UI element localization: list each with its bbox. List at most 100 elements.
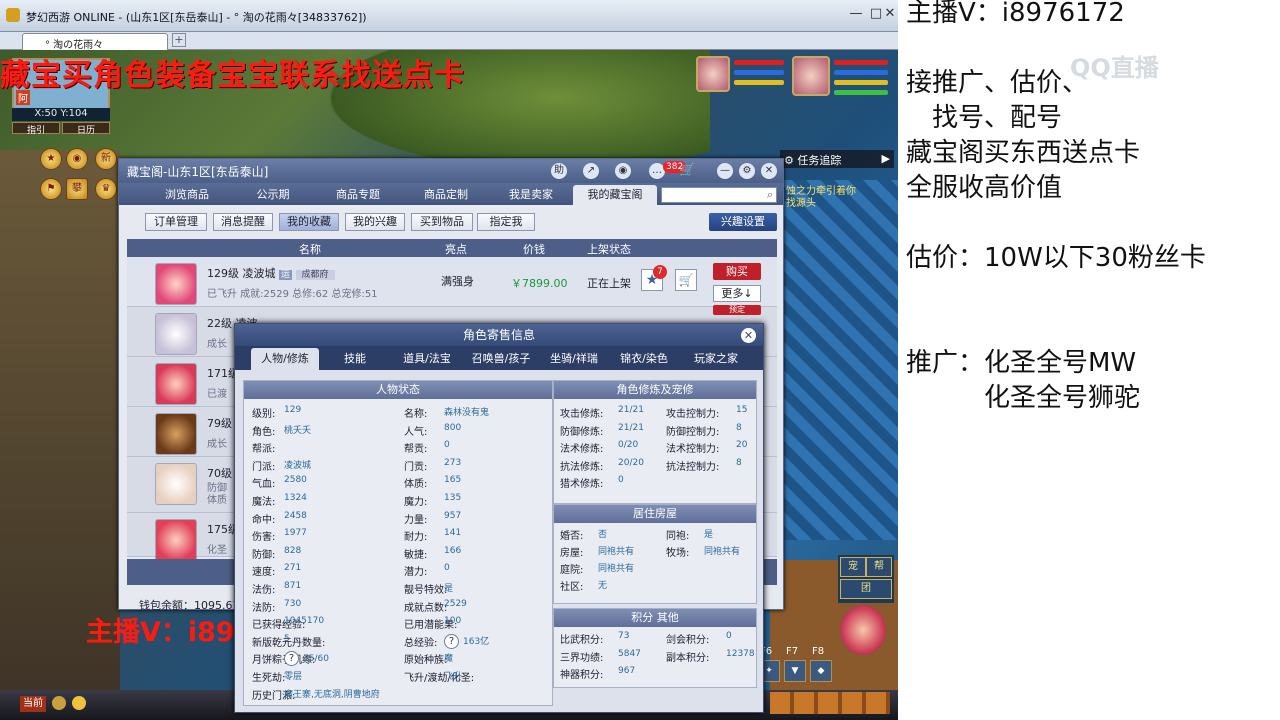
app-icon: [6, 8, 20, 22]
field-value: 957: [444, 510, 462, 521]
reserve-button[interactable]: 预定: [713, 305, 761, 315]
fkey-f7: F7: [786, 646, 799, 657]
calendar-button[interactable]: 日历: [62, 122, 110, 136]
guide-button[interactable]: 指引: [12, 122, 60, 136]
flag-icon[interactable]: ⚑: [40, 178, 62, 200]
tab-my-cbg[interactable]: 我的藏宝阁: [573, 185, 657, 205]
field-value: 无: [598, 581, 608, 591]
tab-seller[interactable]: 我是卖家: [491, 185, 571, 205]
tab-character[interactable]: ° 淘の花雨々: [22, 33, 168, 51]
tab-items[interactable]: 道具/法宝: [393, 348, 461, 370]
tab-attributes[interactable]: 人物/修炼: [251, 348, 319, 370]
field-value: 凌波城: [284, 460, 312, 471]
cart-icon[interactable]: 🛒: [675, 269, 697, 291]
skill-slot-icon[interactable]: ▼: [784, 660, 806, 682]
field-label: 猎术修炼:: [560, 479, 604, 491]
table-row[interactable]: 129级 凌波城 运 成都府 已飞升 成就:2529 总修:62 总宠修:51 …: [127, 257, 777, 307]
field-label: 剑会积分:: [666, 635, 710, 646]
subtab-designated[interactable]: 指定我: [477, 213, 535, 231]
skill-slot-icon[interactable]: ◆: [810, 660, 832, 682]
crown-icon[interactable]: ♛: [95, 178, 117, 200]
field-value: 2458: [284, 510, 307, 521]
team-button[interactable]: 团: [840, 579, 892, 599]
emoji-icon[interactable]: [72, 696, 86, 710]
gang-button[interactable]: 帮: [866, 557, 892, 577]
tab-publicity[interactable]: 公示期: [235, 185, 311, 205]
scene-roof: [770, 180, 898, 540]
field-value: 273: [444, 457, 462, 468]
help-icon[interactable]: ?: [284, 651, 299, 667]
cbg-close-button[interactable]: ✕: [761, 163, 777, 179]
pet-button[interactable]: 宠: [840, 557, 866, 577]
record-icon[interactable]: ◉: [615, 163, 631, 179]
help-icon[interactable]: ?: [444, 633, 459, 649]
field-label: 婚否:: [560, 531, 584, 542]
gift-icon[interactable]: ◉: [66, 148, 88, 170]
field-value: 森林没有鬼: [444, 408, 490, 418]
row-summary: 化圣: [207, 545, 227, 556]
task-tracker[interactable]: ⚙ 任务追踪 ▶: [780, 150, 894, 168]
tab-mounts[interactable]: 坐骑/祥瑞: [539, 348, 609, 370]
mic-icon[interactable]: [52, 696, 66, 710]
subtab-bought[interactable]: 买到物品: [411, 213, 473, 231]
subtab-favorites[interactable]: 我的收藏: [279, 213, 339, 231]
new-icon[interactable]: 新: [95, 148, 117, 170]
info-close-button[interactable]: ✕: [741, 328, 756, 343]
close-window-button[interactable]: ✕: [880, 6, 898, 24]
npc-portrait[interactable]: [840, 605, 886, 655]
cart-icon[interactable]: 🛒: [679, 163, 695, 178]
field-label: 力量:: [404, 514, 428, 526]
wallet-balance: 钱包余额：1095.67: [139, 599, 240, 612]
cbg-settings-button[interactable]: ⚙: [739, 163, 755, 179]
share-icon[interactable]: ↗: [583, 163, 599, 179]
field-value: 1977: [284, 528, 307, 539]
col-status: 上架状态: [587, 243, 631, 256]
new-tab-button[interactable]: +: [172, 33, 186, 47]
bottom-right-toolbar[interactable]: [770, 692, 890, 714]
field-label: 名称:: [404, 409, 428, 420]
tab-pets[interactable]: 召唤兽/孩子: [463, 348, 539, 370]
player-portrait[interactable]: [792, 56, 830, 96]
field-label: 抗法修炼:: [560, 461, 604, 473]
search-input[interactable]: ⌕: [661, 187, 777, 203]
help-icon[interactable]: 助: [551, 163, 567, 179]
tab-browse[interactable]: 浏览商品: [139, 185, 235, 205]
field-value: 12378: [726, 648, 755, 659]
current-channel-button[interactable]: 当前: [20, 696, 46, 712]
info-header[interactable]: 角色寄售信息: [235, 324, 763, 346]
subtab-notify[interactable]: 消息提醒: [213, 213, 273, 231]
window-titlebar[interactable]: 梦幻西游 ONLINE - (山东1区[东岳泰山] - ° 淘の花雨々[3483…: [0, 0, 898, 32]
climb-icon[interactable]: 攀: [66, 178, 88, 200]
event-icon[interactable]: ★: [40, 148, 62, 170]
pet-portrait[interactable]: [696, 56, 730, 92]
interest-settings-button[interactable]: 兴趣设置: [709, 213, 777, 231]
field-value: 20/20: [618, 457, 644, 468]
row-level: 79级: [207, 417, 232, 430]
field-label: 门派:: [252, 461, 276, 473]
more-button[interactable]: 更多↓: [713, 285, 761, 302]
field-label: 气血:: [252, 479, 276, 491]
score-panel: 积分 其他 比武积分: 73 剑会积分: 0 三界功绩: 5847 副本积分: 12378 神器…: [553, 608, 757, 688]
cbg-minimize-button[interactable]: —: [717, 163, 733, 179]
tab-home[interactable]: 玩家之家: [683, 348, 749, 370]
buy-button[interactable]: 购买: [713, 263, 761, 280]
field-value: 166: [444, 545, 462, 556]
tab-strip: ° 淘の花雨々 +: [0, 32, 898, 51]
row-summary-2: 体质: [207, 495, 227, 506]
subtab-orders[interactable]: 订单管理: [145, 213, 207, 231]
field-label: 防御:: [252, 549, 276, 561]
tab-skills[interactable]: 技能: [327, 348, 383, 370]
tab-outfits[interactable]: 锦衣/染色: [611, 348, 677, 370]
col-name: 名称: [299, 243, 321, 256]
character-avatar: [155, 263, 197, 305]
subtab-interests[interactable]: 我的兴趣: [345, 213, 405, 231]
stream-note-line: 全服收高价值: [906, 173, 1063, 203]
cultivation-panel-title: 角色修炼及宠修: [554, 381, 756, 399]
tab-topics[interactable]: 商品专题: [315, 185, 401, 205]
server-badge: 成都府: [295, 270, 335, 280]
character-avatar: [155, 463, 197, 505]
tab-custom[interactable]: 商品定制: [403, 185, 489, 205]
field-label: 潜力:: [404, 567, 428, 579]
cbg-title: 藏宝阁-山东1区[东岳泰山]: [127, 165, 269, 179]
minimize-button[interactable]: —: [846, 6, 866, 24]
